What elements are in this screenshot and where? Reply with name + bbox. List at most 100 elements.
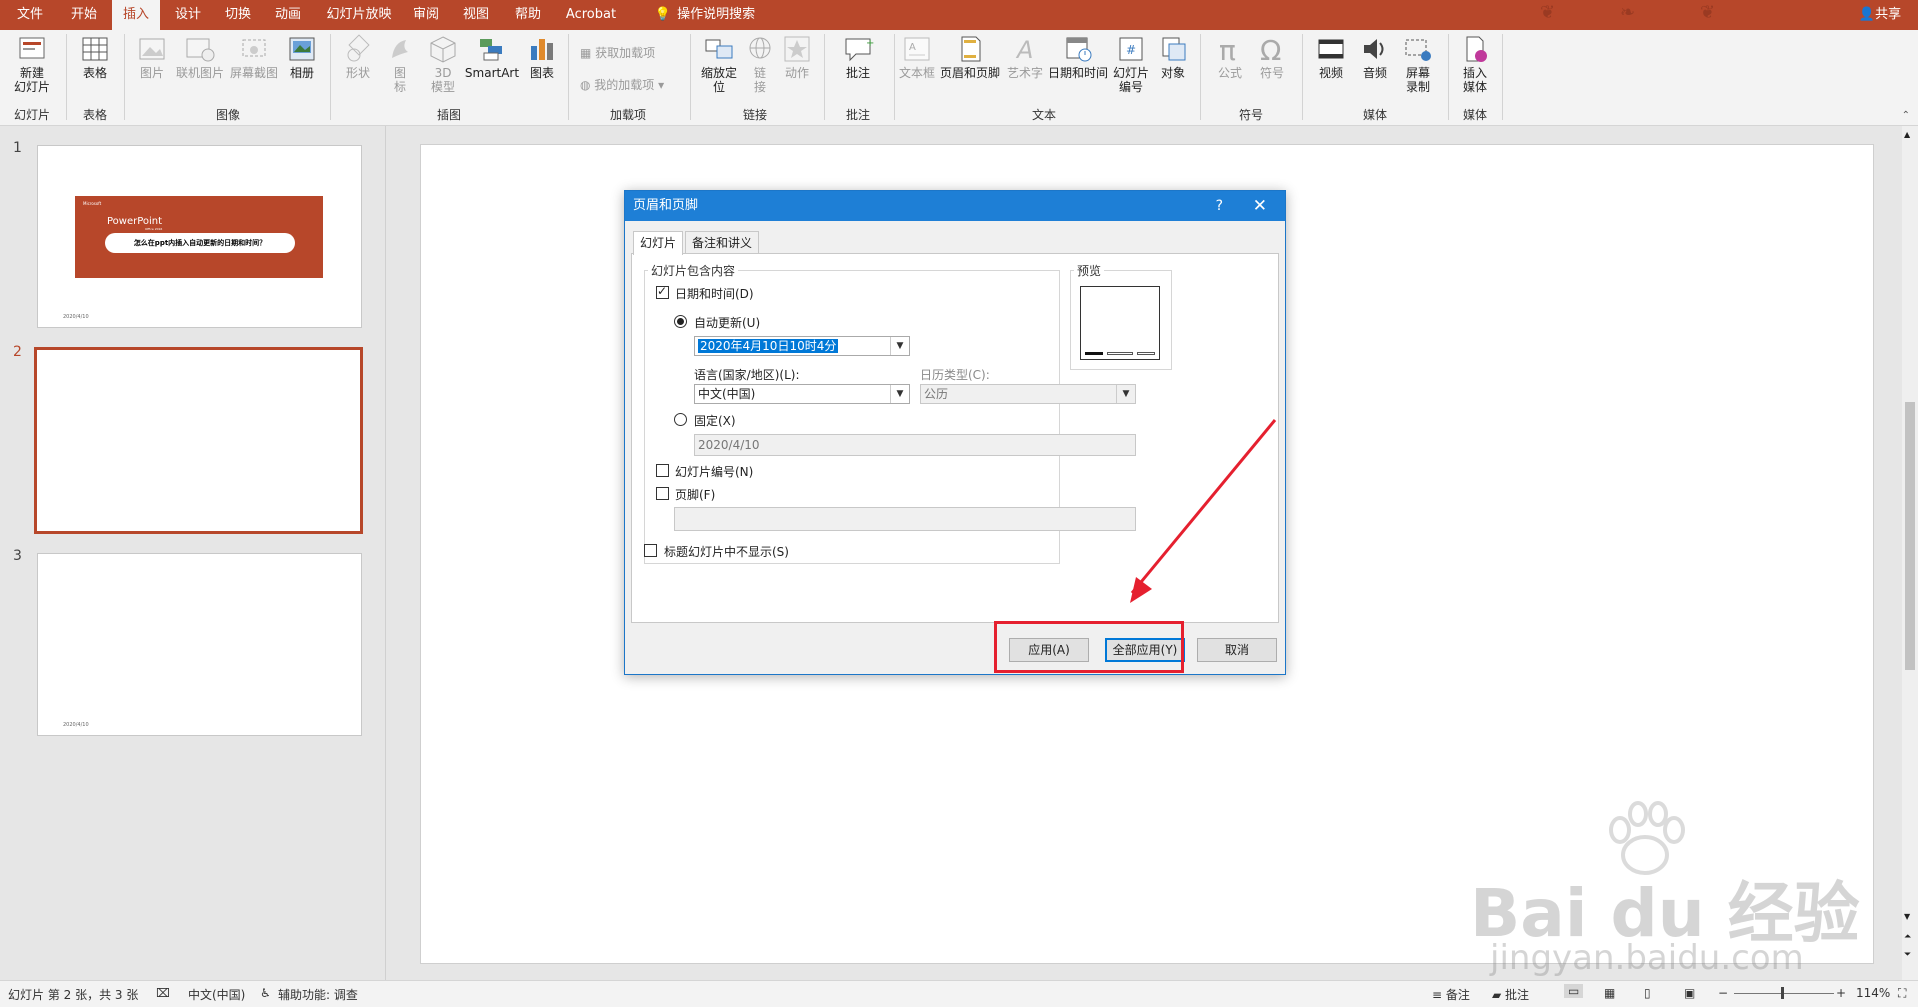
calendar-type-select[interactable]: 公历 ▼ (920, 384, 1136, 404)
tab-review[interactable]: 审阅 (402, 0, 450, 30)
reading-view-icon[interactable]: ▯ (1644, 986, 1651, 1000)
header-footer-button[interactable]: 页眉和页脚 (938, 34, 1002, 80)
tab-insert[interactable]: 插入 (112, 0, 160, 30)
zoom-in-icon[interactable]: + (1836, 986, 1846, 1000)
insert-media-button[interactable]: 插入 媒体 (1454, 34, 1496, 94)
language-status[interactable]: 中文(中国) (188, 986, 245, 1003)
cancel-button[interactable]: 取消 (1197, 638, 1277, 662)
slide-sorter-icon[interactable]: ▦ (1604, 986, 1615, 1000)
equation-label: 公式 (1217, 66, 1242, 80)
comments-button[interactable]: ▰ 批注 (1492, 986, 1529, 1003)
scroll-down-icon[interactable]: ▼ (1904, 912, 1910, 921)
picture-icon (139, 38, 165, 60)
slide-thumbnail-1[interactable]: Microsoft PowerPoint Office 2016 怎么在ppt内… (37, 145, 362, 328)
hide-on-title-checkbox[interactable] (644, 544, 657, 557)
zoom-out-icon[interactable]: − (1718, 986, 1728, 1000)
screen-recording-button[interactable]: 屏幕 录制 (1396, 34, 1440, 94)
audio-button[interactable]: 音频 (1354, 34, 1396, 80)
accessibility-icon[interactable]: ♿ (260, 986, 271, 1000)
zoom-slider-thumb[interactable] (1781, 987, 1784, 999)
close-icon[interactable]: ✕ (1253, 191, 1267, 221)
get-addins-button[interactable]: ▦ 获取加载项 (580, 44, 655, 61)
chevron-down-icon[interactable]: ▼ (890, 385, 909, 403)
slide-thumbnail-2[interactable] (34, 347, 363, 534)
auto-format-select[interactable]: 2020年4月10日10时4分 ▼ (694, 336, 910, 356)
help-icon[interactable]: ? (1216, 191, 1223, 221)
slide-number-button[interactable]: # 幻灯片 编号 (1110, 34, 1152, 94)
globe-link-icon (749, 37, 771, 59)
fit-to-window-icon[interactable]: ⛶ (1898, 986, 1906, 1001)
spellcheck-icon[interactable]: ⌧ (156, 986, 170, 1000)
chevron-down-icon[interactable]: ▼ (1116, 385, 1135, 403)
scroll-thumb[interactable] (1905, 402, 1915, 670)
link-button[interactable]: 链 接 (744, 34, 776, 94)
zoom-level[interactable]: 114% (1856, 986, 1890, 1000)
video-button[interactable]: 视频 (1310, 34, 1352, 80)
new-slide-button[interactable]: 新建 幻灯片 (6, 34, 58, 94)
photo-album-button[interactable]: 相册 (280, 34, 324, 80)
photo-album-icon (289, 37, 315, 61)
tab-slideshow[interactable]: 幻灯片放映 (320, 0, 398, 30)
tab-help[interactable]: 帮助 (504, 0, 552, 30)
accessibility-status[interactable]: 辅助功能: 调查 (278, 986, 358, 1003)
smartart-label: SmartArt (464, 66, 520, 80)
comment-button[interactable]: + 批注 (830, 34, 886, 80)
symbol-button[interactable]: Ω 符号 (1252, 34, 1292, 80)
normal-view-icon[interactable]: ▭ (1564, 984, 1584, 998)
icons-button[interactable]: 图 标 (380, 34, 420, 94)
next-slide-icon[interactable]: ⏷ (1904, 950, 1911, 960)
tab-view[interactable]: 视图 (452, 0, 500, 30)
chart-button[interactable]: 图表 (520, 34, 564, 80)
slideshow-icon[interactable]: ▣ (1684, 986, 1695, 1000)
tab-animations[interactable]: 动画 (264, 0, 312, 30)
notes-button[interactable]: ≡ 备注 (1432, 986, 1470, 1003)
action-button[interactable]: 动作 (778, 34, 816, 80)
vertical-scrollbar[interactable]: ▲ ▼ ⏶ ⏷ (1902, 126, 1918, 980)
object-button[interactable]: 对象 (1154, 34, 1192, 80)
object-icon (1162, 37, 1186, 61)
table-button[interactable]: 表格 (72, 34, 118, 80)
equation-button[interactable]: π 公式 (1210, 34, 1250, 80)
fixed-date-input[interactable]: 2020/4/10 (694, 434, 1136, 456)
3d-models-button[interactable]: 3D 模型 (422, 34, 464, 94)
zoom-slider-track[interactable] (1734, 993, 1834, 994)
svg-text:A: A (1015, 36, 1033, 64)
slide-thumbnail-3[interactable]: 2020/4/10 (37, 553, 362, 736)
tell-me-search[interactable]: 💡 操作说明搜索 (640, 0, 770, 30)
footer-checkbox[interactable] (656, 487, 669, 500)
tab-acrobat[interactable]: Acrobat (560, 0, 622, 30)
slide-number-checkbox[interactable] (656, 464, 669, 477)
calendar-icon (1066, 37, 1092, 62)
tab-home[interactable]: 开始 (60, 0, 108, 30)
textbox-button[interactable]: A 文本框 (896, 34, 938, 80)
shapes-icon (347, 34, 370, 62)
zoom-button[interactable]: 缩放定 位 (694, 34, 744, 94)
date-time-checkbox[interactable] (656, 284, 669, 299)
my-addins-button[interactable]: ◍ 我的加载项 ▾ (580, 76, 664, 93)
share-button[interactable]: 👤共享 (1848, 0, 1912, 30)
date-time-button[interactable]: 日期和时间 (1046, 34, 1110, 80)
fixed-radio[interactable] (674, 413, 687, 426)
online-picture-button[interactable]: 联机图片 (172, 34, 228, 80)
picture-button[interactable]: 图片 (130, 34, 174, 80)
auto-update-label: 自动更新(U) (694, 316, 761, 330)
wordart-button[interactable]: A 艺术字 (1004, 34, 1046, 80)
dialog-titlebar[interactable]: 页眉和页脚 ? ✕ (625, 191, 1285, 221)
tab-slide[interactable]: 幻灯片 (633, 231, 684, 255)
auto-update-radio[interactable] (674, 315, 687, 328)
tab-file[interactable]: 文件 (6, 0, 54, 30)
omega-icon: Ω (1260, 34, 1281, 64)
tab-design[interactable]: 设计 (164, 0, 212, 30)
tab-transitions[interactable]: 切换 (214, 0, 262, 30)
chevron-down-icon[interactable]: ▼ (890, 337, 909, 355)
language-select[interactable]: 中文(中国) ▼ (694, 384, 910, 404)
tab-notes-handouts[interactable]: 备注和讲义 (685, 231, 760, 254)
shapes-button[interactable]: 形状 (336, 34, 380, 80)
smartart-button[interactable]: SmartArt (464, 34, 520, 80)
screenshot-button[interactable]: 屏幕截图 (226, 34, 282, 80)
footer-text-input[interactable] (674, 507, 1136, 531)
addins-icon: ◍ (580, 78, 595, 92)
scroll-up-icon[interactable]: ▲ (1904, 130, 1910, 139)
collapse-ribbon-icon[interactable]: ⌃ (1902, 110, 1910, 121)
previous-slide-icon[interactable]: ⏶ (1904, 932, 1911, 942)
